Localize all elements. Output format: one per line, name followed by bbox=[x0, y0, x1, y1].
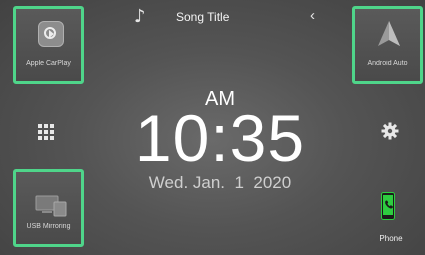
android-auto-icon bbox=[378, 21, 400, 46]
clock-date: Wed. Jan. 1 2020 bbox=[148, 173, 292, 192]
phone-button[interactable]: Phone bbox=[369, 190, 413, 250]
usb-mirroring-label: USB Mirroring bbox=[26, 223, 71, 230]
carplay-icon bbox=[38, 21, 64, 47]
home-screen: Apple CarPlay Android Auto USB Mirroring… bbox=[0, 0, 425, 255]
chevron-left-icon[interactable]: ‹ bbox=[310, 7, 315, 24]
usb-mirroring-icon bbox=[35, 195, 67, 217]
phone-icon bbox=[381, 192, 395, 220]
apple-carplay-label: Apple CarPlay bbox=[26, 60, 71, 67]
apple-carplay-tile[interactable]: Apple CarPlay bbox=[13, 6, 84, 84]
gear-icon[interactable] bbox=[381, 122, 399, 140]
now-playing-bar[interactable]: ♪ Song Title ‹ bbox=[100, 0, 340, 36]
android-auto-tile[interactable]: Android Auto bbox=[352, 6, 423, 84]
clock-time: 10:35 bbox=[134, 101, 306, 175]
music-note-icon: ♪ bbox=[134, 6, 146, 27]
phone-label: Phone bbox=[379, 234, 403, 243]
android-auto-label: Android Auto bbox=[367, 60, 408, 67]
song-title: Song Title bbox=[176, 10, 230, 24]
usb-mirroring-tile[interactable]: USB Mirroring bbox=[13, 169, 84, 247]
grid-menu-icon[interactable] bbox=[38, 124, 54, 140]
